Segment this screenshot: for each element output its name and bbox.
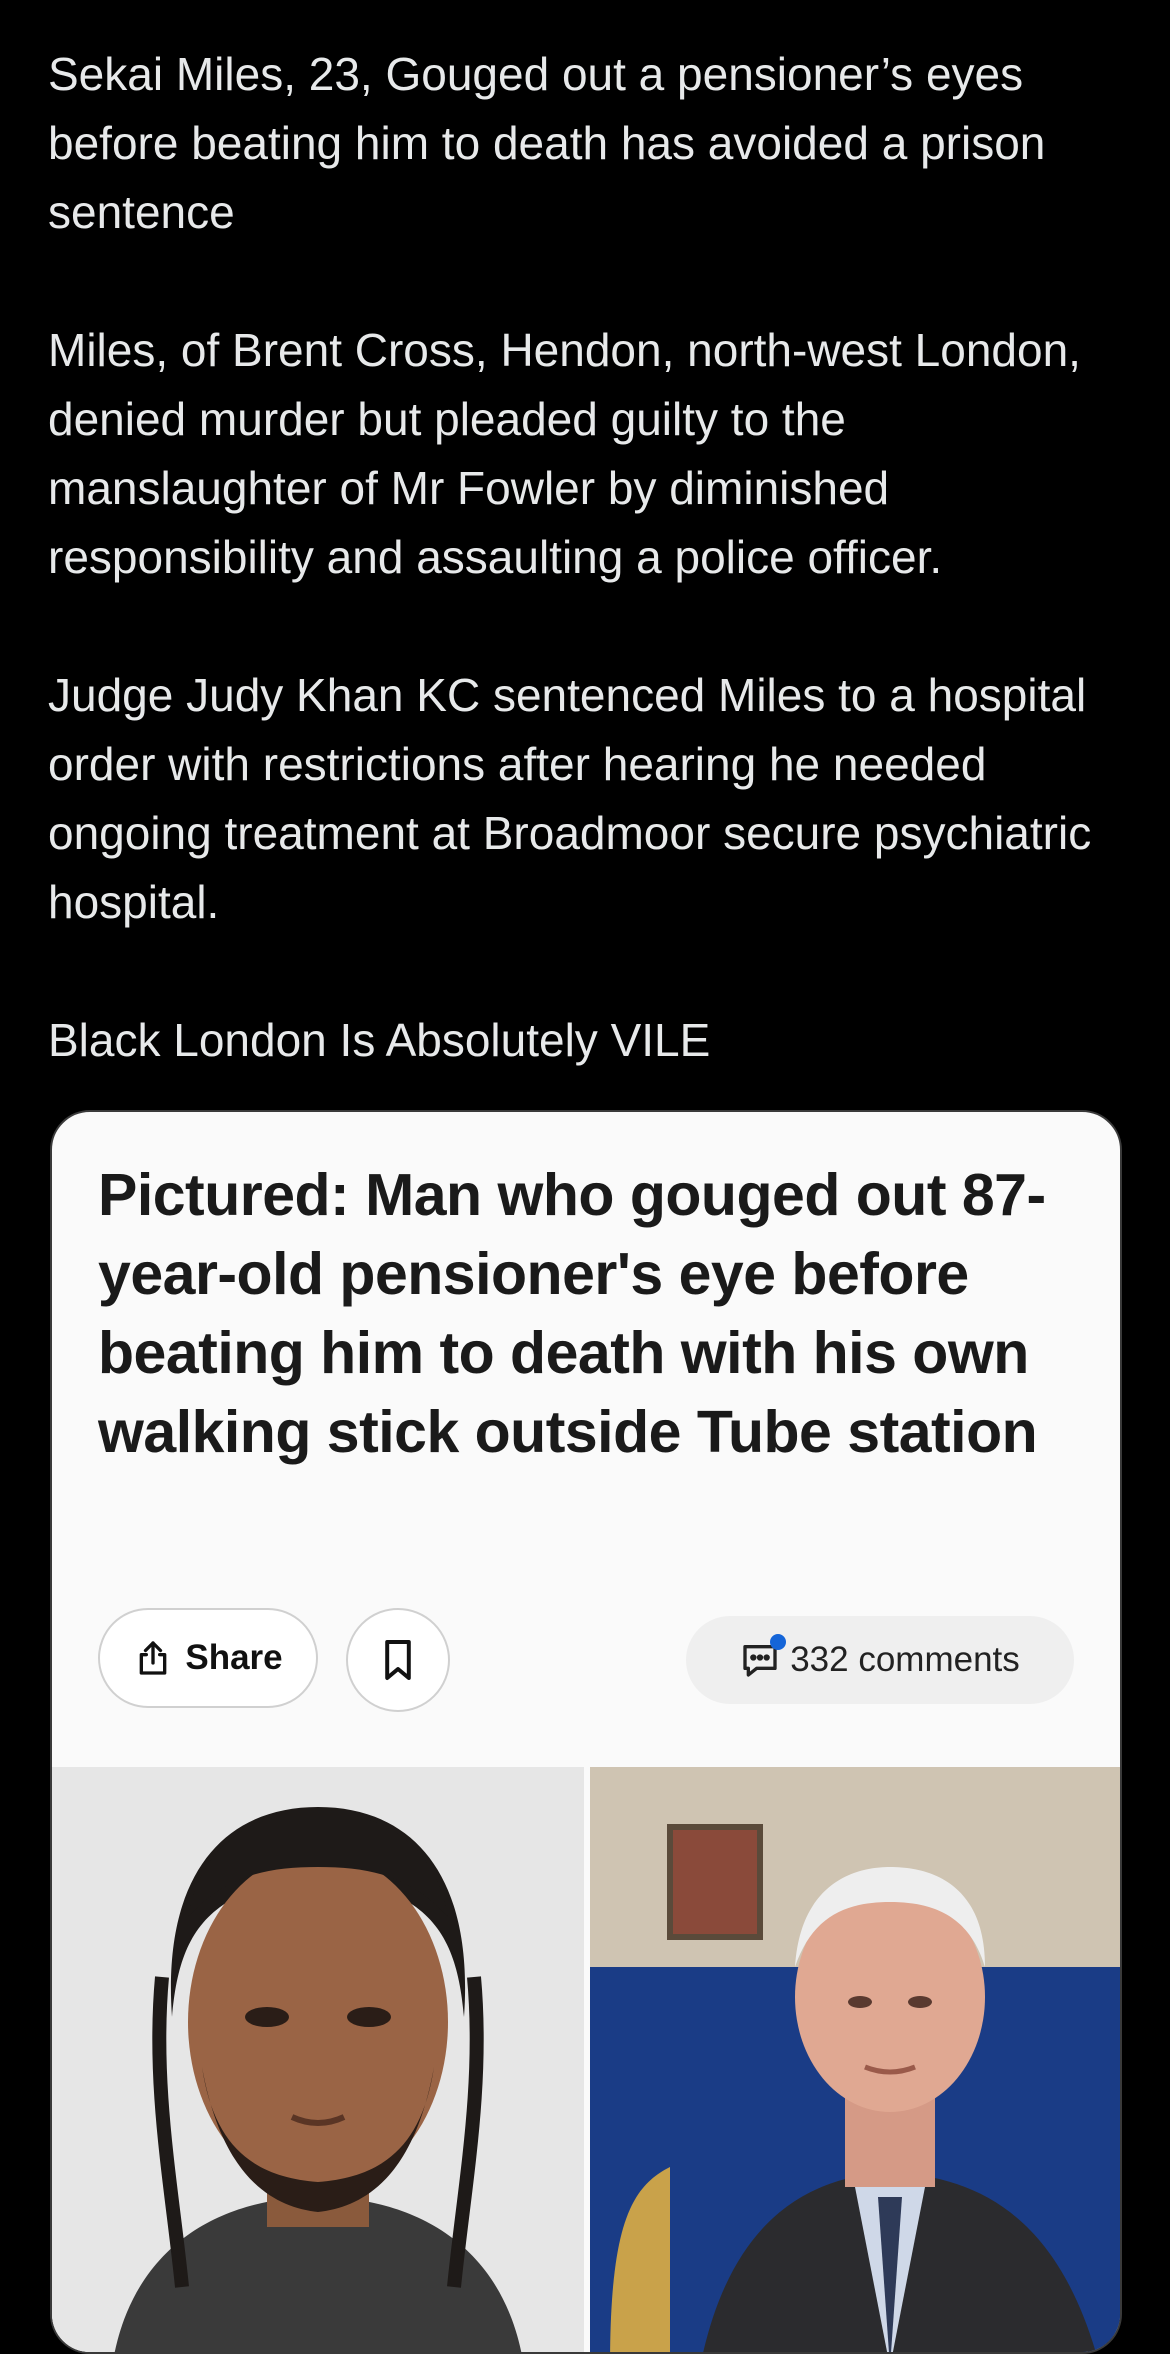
post-paragraph: Black London Is Absolutely VILE [48,1014,711,1066]
article-photos [52,1767,1120,2352]
share-icon [133,1638,173,1678]
share-button[interactable]: Share [98,1608,318,1708]
mugshot-photo [52,1767,584,2352]
comments-button[interactable]: 332 comments [686,1616,1074,1704]
bookmark-icon [380,1638,416,1682]
elderly-man-photo [590,1767,1120,2352]
article-headline[interactable]: Pictured: Man who gouged out 87-year-old… [98,1156,1088,1472]
share-label: Share [185,1638,283,1677]
comment-bubble-icon [740,1634,787,1680]
comments-count: 332 comments [790,1640,1020,1679]
post-paragraph: Miles, of Brent Cross, Hendon, north-wes… [48,324,1081,583]
post-paragraph: Judge Judy Khan KC sentenced Miles to a … [48,669,1092,928]
article-card[interactable]: Pictured: Man who gouged out 87-year-old… [50,1110,1122,2354]
bookmark-button[interactable] [346,1608,450,1712]
post-body: Sekai Miles, 23, Gouged out a pensioner’… [48,40,1128,1075]
post-paragraph: Sekai Miles, 23, Gouged out a pensioner’… [48,48,1046,238]
notification-dot [770,1634,787,1650]
